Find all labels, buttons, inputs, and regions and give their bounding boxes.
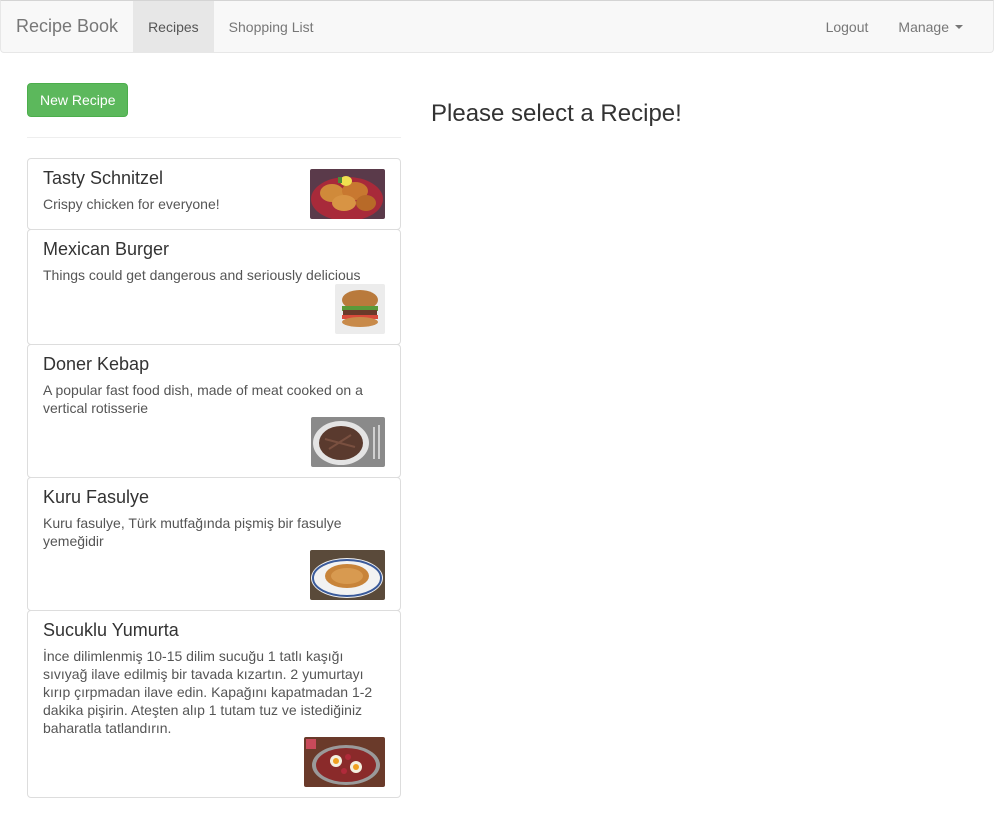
recipe-item-mexican-burger[interactable]: Mexican Burger Things could get dangerou…	[27, 229, 401, 345]
manage-label: Manage	[898, 18, 949, 35]
recipe-description: Things could get dangerous and seriously…	[43, 266, 361, 283]
recipe-name: Doner Kebap	[43, 354, 150, 374]
recipe-item-tasty-schnitzel[interactable]: Tasty Schnitzel Crispy chicken for every…	[27, 158, 401, 230]
recipe-image-schnitzel	[310, 169, 385, 219]
nav-left: Recipes Shopping List	[133, 1, 328, 52]
recipe-image-kebap	[311, 417, 385, 467]
recipe-item-kuru-fasulye[interactable]: Kuru Fasulye Kuru fasulye, Türk mutfağın…	[27, 477, 401, 611]
nav-item-shopping-list[interactable]: Shopping List	[214, 1, 329, 52]
recipe-image-sucuk	[304, 737, 385, 787]
nav-item-logout[interactable]: Logout	[811, 1, 884, 52]
nav-right: Logout Manage	[811, 1, 993, 52]
recipe-image-burger	[335, 284, 385, 334]
new-recipe-button[interactable]: New Recipe	[27, 83, 129, 117]
recipe-item-sucuklu-yumurta[interactable]: Sucuklu Yumurta İnce dilimlenmiş 10-15 d…	[27, 610, 401, 798]
nav-item-recipes[interactable]: Recipes	[133, 1, 214, 52]
recipe-sidebar: New Recipe Tasty Schnitzel Crispy chicke…	[27, 83, 401, 798]
brand-link[interactable]: Recipe Book	[1, 1, 133, 52]
recipe-description: İnce dilimlenmiş 10-15 dilim sucuğu 1 ta…	[43, 647, 373, 736]
recipe-detail-area: Please select a Recipe!	[431, 100, 682, 128]
recipe-image-fasulye	[310, 550, 385, 600]
recipe-list: Tasty Schnitzel Crispy chicken for every…	[27, 158, 401, 798]
recipe-description: Kuru fasulye, Türk mutfağında pişmiş bir…	[43, 514, 342, 549]
recipe-name: Mexican Burger	[43, 239, 170, 259]
recipe-name: Kuru Fasulye	[43, 487, 150, 507]
select-recipe-placeholder: Please select a Recipe!	[431, 100, 682, 127]
recipe-name: Sucuklu Yumurta	[43, 620, 179, 640]
recipe-description: A popular fast food dish, made of meat c…	[43, 381, 363, 416]
caret-down-icon	[955, 24, 963, 29]
nav-item-manage-dropdown[interactable]: Manage	[883, 1, 978, 52]
divider	[27, 137, 401, 138]
top-navbar: Recipe Book Recipes Shopping List Logout…	[0, 0, 994, 53]
recipe-item-doner-kebap[interactable]: Doner Kebap A popular fast food dish, ma…	[27, 344, 401, 478]
